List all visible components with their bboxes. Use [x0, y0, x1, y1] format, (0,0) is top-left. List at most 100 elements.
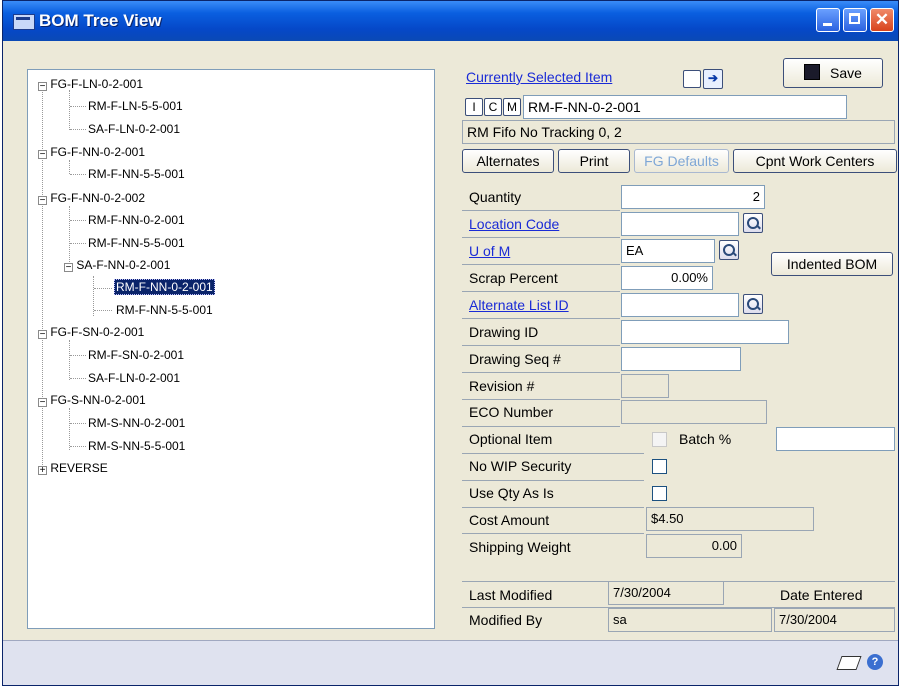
indented-bom-button[interactable]: Indented BOM: [771, 252, 893, 276]
fg-defaults-button[interactable]: FG Defaults: [634, 149, 729, 173]
tree-node[interactable]: − SA-F-NN-0-2-001: [64, 257, 170, 273]
optional-item-label: Optional Item: [469, 431, 553, 447]
tree-node-label: RM-S-NN-0-2-001: [88, 416, 186, 430]
item-type-c-button[interactable]: C: [484, 98, 502, 116]
tree-node-label: RM-S-NN-5-5-001: [88, 439, 186, 453]
maximize-button[interactable]: [843, 8, 867, 32]
tree-node[interactable]: RM-S-NN-0-2-001: [88, 415, 185, 431]
collapse-icon[interactable]: −: [38, 82, 47, 92]
tree-node[interactable]: RM-F-NN-5-5-001: [88, 235, 185, 251]
item-code-field[interactable]: RM-F-NN-0-2-001: [523, 95, 847, 119]
alternate-list-id-field[interactable]: [621, 293, 739, 317]
u-of-m-field[interactable]: EA: [621, 239, 715, 263]
tree-node[interactable]: RM-F-NN-5-5-001: [88, 166, 185, 182]
u-of-m-lookup-icon[interactable]: [719, 240, 739, 260]
tree-node[interactable]: − FG-S-NN-0-2-001: [38, 392, 146, 408]
tree-connector: [70, 423, 86, 424]
use-qty-as-is-label: Use Qty As Is: [469, 485, 554, 501]
alternates-button[interactable]: Alternates: [462, 149, 554, 173]
tree-node[interactable]: − FG-F-NN-0-2-002: [38, 190, 145, 206]
eraser-icon[interactable]: [836, 656, 862, 670]
tree-node[interactable]: SA-F-LN-0-2-001: [88, 121, 180, 137]
cost-amount-label: Cost Amount: [469, 512, 550, 528]
collapse-icon[interactable]: −: [38, 330, 47, 340]
tree-guide: [69, 90, 70, 130]
maximize-icon: [849, 13, 860, 24]
tree-node[interactable]: − FG-F-LN-0-2-001: [38, 76, 143, 92]
tree-node[interactable]: RM-F-SN-0-2-001: [88, 347, 184, 363]
no-wip-security-checkbox[interactable]: [652, 459, 667, 474]
print-button[interactable]: Print: [558, 149, 630, 173]
tree-node-label: SA-F-LN-0-2-001: [88, 371, 181, 385]
tree-node-label: RM-F-LN-5-5-001: [88, 99, 183, 113]
revision-label: Revision #: [469, 378, 535, 394]
blank-page-button[interactable]: [683, 70, 701, 88]
use-qty-as-is-checkbox[interactable]: [652, 486, 667, 501]
collapse-icon[interactable]: −: [38, 196, 47, 206]
scrap-percent-field[interactable]: 0.00%: [621, 266, 713, 290]
optional-item-checkbox[interactable]: [652, 432, 667, 447]
tree-node[interactable]: RM-F-NN-0-2-001: [88, 212, 185, 228]
tree-connector: [70, 106, 86, 107]
tree-connector: [94, 310, 112, 311]
minimize-button[interactable]: [816, 8, 840, 32]
scrap-percent-label: Scrap Percent: [469, 270, 558, 286]
modified-by-label: Modified By: [469, 612, 543, 628]
expand-icon[interactable]: +: [38, 466, 47, 476]
currently-selected-item-link[interactable]: Currently Selected Item: [466, 65, 612, 89]
row-divider: [462, 372, 620, 373]
tree-node[interactable]: − FG-F-NN-0-2-001: [38, 144, 145, 160]
collapse-icon[interactable]: −: [38, 398, 47, 408]
row-divider: [462, 291, 620, 292]
tree-node[interactable]: RM-F-NN-5-5-001: [116, 302, 213, 318]
modified-by-value: sa: [608, 608, 772, 632]
shipping-weight-field: 0.00: [646, 534, 742, 558]
revision-field: [621, 374, 669, 398]
u-of-m-link[interactable]: U of M: [469, 239, 510, 263]
tree-node-label: FG-F-SN-0-2-001: [50, 325, 145, 339]
tree-node[interactable]: RM-S-NN-5-5-001: [88, 438, 185, 454]
tree-node-label: SA-F-LN-0-2-001: [88, 122, 181, 136]
tree-node-label: FG-F-LN-0-2-001: [50, 77, 144, 91]
alternate-list-lookup-icon[interactable]: [743, 294, 763, 314]
app-icon: [13, 14, 35, 30]
quantity-label: Quantity: [469, 189, 522, 205]
row-divider: [462, 533, 644, 534]
item-type-i-button[interactable]: I: [465, 98, 483, 116]
tree-connector: [70, 243, 86, 244]
tree-guide: [69, 160, 70, 174]
item-type-m-button[interactable]: M: [503, 98, 521, 116]
tree-connector: [70, 220, 86, 221]
tree-node[interactable]: SA-F-LN-0-2-001: [88, 370, 180, 386]
cost-amount-field: $4.50: [646, 507, 814, 531]
bom-tree[interactable]: − FG-F-LN-0-2-001 RM-F-LN-5-5-001 SA-F-L…: [27, 69, 435, 629]
row-divider: [462, 210, 620, 211]
cpnt-work-centers-button[interactable]: Cpnt Work Centers: [733, 149, 897, 173]
drawing-id-field[interactable]: [621, 320, 789, 344]
collapse-icon[interactable]: −: [38, 150, 47, 160]
tree-guide: [69, 408, 70, 450]
location-code-link[interactable]: Location Code: [469, 212, 559, 236]
location-code-lookup-icon[interactable]: [743, 213, 763, 233]
drawing-seq-field[interactable]: [621, 347, 741, 371]
tree-node-label: FG-F-NN-0-2-001: [50, 145, 146, 159]
save-button[interactable]: Save: [783, 58, 883, 88]
tree-node[interactable]: − FG-F-SN-0-2-001: [38, 324, 144, 340]
floppy-disk-icon: [804, 64, 821, 80]
row-divider: [462, 264, 620, 265]
quantity-field[interactable]: 2: [621, 185, 765, 209]
title-bar[interactable]: BOM Tree View ✕: [3, 1, 898, 41]
tree-node[interactable]: RM-F-LN-5-5-001: [88, 98, 183, 114]
tree-node-selected[interactable]: RM-F-NN-0-2-001: [114, 279, 215, 295]
batch-percent-field[interactable]: [776, 427, 895, 451]
alternate-list-id-link[interactable]: Alternate List ID: [469, 293, 569, 317]
row-divider: [462, 237, 620, 238]
collapse-icon[interactable]: −: [64, 263, 73, 273]
tree-node[interactable]: + REVERSE: [38, 460, 108, 476]
help-icon[interactable]: ?: [867, 654, 883, 670]
tree-guide: [69, 340, 70, 380]
no-wip-security-label: No WIP Security: [469, 458, 572, 474]
go-arrow-button[interactable]: ➔: [703, 69, 723, 89]
close-button[interactable]: ✕: [870, 8, 894, 32]
location-code-field[interactable]: [621, 212, 739, 236]
